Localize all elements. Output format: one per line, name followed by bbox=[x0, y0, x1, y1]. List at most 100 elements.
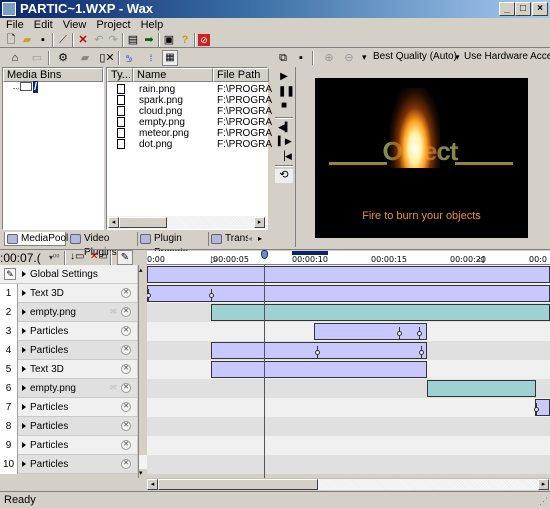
clip-empty-png[interactable] bbox=[211, 304, 550, 321]
expand-arrow-icon[interactable] bbox=[22, 385, 26, 391]
play-icon[interactable]: ▶ bbox=[278, 71, 290, 83]
expand-arrow-icon[interactable] bbox=[22, 442, 26, 448]
resize-grip-icon[interactable]: ⋰ bbox=[539, 496, 548, 507]
clip-text3d[interactable] bbox=[147, 285, 550, 302]
keyframe[interactable] bbox=[419, 346, 424, 358]
in-marker-icon[interactable]: ▷ bbox=[211, 254, 218, 265]
file-row[interactable]: cloud.png F:\PROGRA bbox=[107, 106, 272, 117]
next-frame-icon[interactable]: ▍▶ bbox=[278, 135, 292, 147]
track-9[interactable]: 9 Particles ✕ bbox=[0, 436, 137, 455]
clip-particles[interactable] bbox=[534, 399, 550, 416]
remove-track-icon[interactable]: ✕ bbox=[121, 326, 131, 336]
scroll-left-arrow[interactable]: ◂ bbox=[108, 217, 119, 228]
go-start-icon[interactable]: ▕◀ bbox=[278, 150, 292, 162]
close-button[interactable]: × bbox=[532, 2, 548, 16]
track-properties-icon[interactable]: ✎ bbox=[117, 250, 133, 265]
properties-icon[interactable]: ▤ bbox=[126, 33, 140, 47]
col-name[interactable]: Name bbox=[133, 68, 213, 82]
tab-scroll-right-icon[interactable]: ▸ bbox=[258, 234, 262, 243]
track-global-settings[interactable]: ✎ Global Settings bbox=[0, 265, 137, 284]
remove-track-icon[interactable]: ✕ bbox=[121, 421, 131, 431]
mute-audio-icon[interactable]: ✉ bbox=[110, 384, 119, 392]
details-view-icon[interactable]: ▦ bbox=[162, 50, 178, 66]
track-2[interactable]: 2 empty.png ✉ ✕ bbox=[0, 303, 137, 322]
import-icon[interactable]: ▰ bbox=[78, 51, 92, 65]
stop-render-icon[interactable]: ⊘ bbox=[198, 34, 210, 46]
stop-icon[interactable]: ■ bbox=[278, 100, 290, 112]
redo-icon[interactable]: ↷ bbox=[106, 33, 120, 47]
remove-track-icon[interactable]: ✕ bbox=[121, 459, 131, 469]
file-list-hscrollbar[interactable]: ◂ ▸ bbox=[107, 216, 267, 229]
expand-arrow-icon[interactable] bbox=[22, 404, 26, 410]
timeline-ruler[interactable]: 0:00 00:00:05 00:00:10 00:00:15 00:00:20… bbox=[147, 251, 550, 265]
help-icon[interactable]: ? bbox=[178, 33, 192, 47]
expand-arrow-icon[interactable] bbox=[22, 347, 26, 353]
minimize-button[interactable]: _ bbox=[499, 2, 515, 16]
keyframe[interactable] bbox=[534, 403, 539, 415]
tab-transitions[interactable]: Trans bbox=[208, 232, 248, 246]
remove-track-icon[interactable]: ✕ bbox=[121, 288, 131, 298]
timecode-format-dropdown[interactable]: ▾⁰⁰ bbox=[49, 253, 59, 262]
loop-icon[interactable]: ⟲ bbox=[275, 169, 293, 183]
new-bin-icon[interactable]: ⌂ bbox=[8, 51, 22, 65]
thumb-view-icon[interactable]: ⁞ bbox=[144, 51, 158, 65]
pause-icon[interactable]: ❚❚ bbox=[278, 86, 295, 98]
keyframe[interactable] bbox=[417, 327, 422, 339]
track-8[interactable]: 8 Particles ✕ bbox=[0, 417, 137, 436]
keyframe[interactable] bbox=[147, 289, 151, 301]
quality-dropdown[interactable]: Best Quality (Auto) bbox=[373, 51, 457, 62]
insert-track-icon[interactable]: ↓▭ bbox=[70, 251, 84, 262]
expand-arrow-icon[interactable] bbox=[22, 290, 26, 296]
clip-particles[interactable] bbox=[314, 323, 427, 340]
tab-scroll-left-icon[interactable]: ◂ bbox=[248, 234, 252, 243]
out-marker-icon[interactable]: ◁ bbox=[477, 254, 484, 265]
maximize-button[interactable]: □ bbox=[515, 2, 531, 16]
menu-edit[interactable]: Edit bbox=[28, 18, 57, 32]
file-row[interactable]: dot.png F:\PROGRA bbox=[107, 139, 272, 150]
new-icon[interactable]: 🗋 bbox=[4, 33, 18, 47]
scroll-right-arrow[interactable]: ▸ bbox=[538, 479, 549, 490]
track-5[interactable]: 5 Text 3D ✕ bbox=[0, 360, 137, 379]
scroll-thumb[interactable] bbox=[119, 217, 167, 228]
zoom-in-icon[interactable]: ⊕ bbox=[322, 51, 336, 65]
clip-empty-png[interactable] bbox=[427, 380, 536, 397]
remove-track-icon[interactable]: ✕ bbox=[121, 345, 131, 355]
sort-icon[interactable]: ᵃ̲ₐ bbox=[122, 51, 136, 65]
file-row[interactable]: rain.png F:\PROGRA bbox=[107, 84, 272, 95]
file-row[interactable]: empty.png F:\PROGRA bbox=[107, 117, 272, 128]
col-type[interactable]: Ty... bbox=[107, 68, 133, 82]
playhead-handle[interactable] bbox=[261, 250, 268, 259]
expand-arrow-icon[interactable] bbox=[22, 423, 26, 429]
export-arrow-icon[interactable]: ➡ bbox=[142, 33, 156, 47]
menu-help[interactable]: Help bbox=[135, 18, 168, 32]
track-6[interactable]: 6 empty.png ✉ ✕ bbox=[0, 379, 137, 398]
save-frame-icon[interactable]: ▪ bbox=[294, 51, 308, 65]
open-icon[interactable]: ▰ bbox=[20, 33, 34, 47]
expand-arrow-icon[interactable] bbox=[22, 366, 26, 372]
scroll-left-arrow[interactable]: ◂ bbox=[147, 479, 158, 490]
keyframe[interactable] bbox=[315, 346, 320, 358]
menu-project[interactable]: Project bbox=[90, 18, 134, 32]
zoom-out-icon[interactable]: ⊖ bbox=[342, 51, 356, 65]
keyframe[interactable] bbox=[209, 289, 214, 301]
scroll-up-arrow[interactable]: ▴ bbox=[139, 266, 143, 274]
prev-frame-icon[interactable]: ◀▍ bbox=[278, 121, 292, 133]
quality-dropdown-arrow[interactable]: ▾ bbox=[362, 52, 367, 63]
copy-frame-icon[interactable]: ⧉ bbox=[276, 51, 290, 65]
timeline-scroll-thumb[interactable] bbox=[158, 479, 318, 490]
col-path[interactable]: File Path bbox=[213, 68, 269, 82]
hardware-dropdown-arrow[interactable]: ▾ bbox=[455, 52, 460, 63]
expand-arrow-icon[interactable] bbox=[22, 461, 26, 467]
remove-track-icon[interactable]: ✕ bbox=[121, 307, 131, 317]
mute-audio-icon[interactable]: ✉ bbox=[110, 308, 119, 316]
menu-view[interactable]: View bbox=[57, 18, 91, 32]
clip-global-settings[interactable] bbox=[147, 266, 550, 283]
tab-video-plugins[interactable]: Video Plugins bbox=[68, 232, 136, 258]
about-icon[interactable]: ▣ bbox=[162, 33, 176, 47]
clip-particles[interactable] bbox=[211, 342, 427, 359]
render-icon[interactable]: ⟋ bbox=[56, 33, 70, 47]
open-bin-icon[interactable]: ▭ bbox=[30, 51, 44, 65]
remove-track-icon[interactable]: ✕ bbox=[121, 440, 131, 450]
scroll-down-arrow[interactable]: ▾ bbox=[139, 469, 143, 477]
scroll-right-arrow[interactable]: ▸ bbox=[254, 217, 265, 228]
